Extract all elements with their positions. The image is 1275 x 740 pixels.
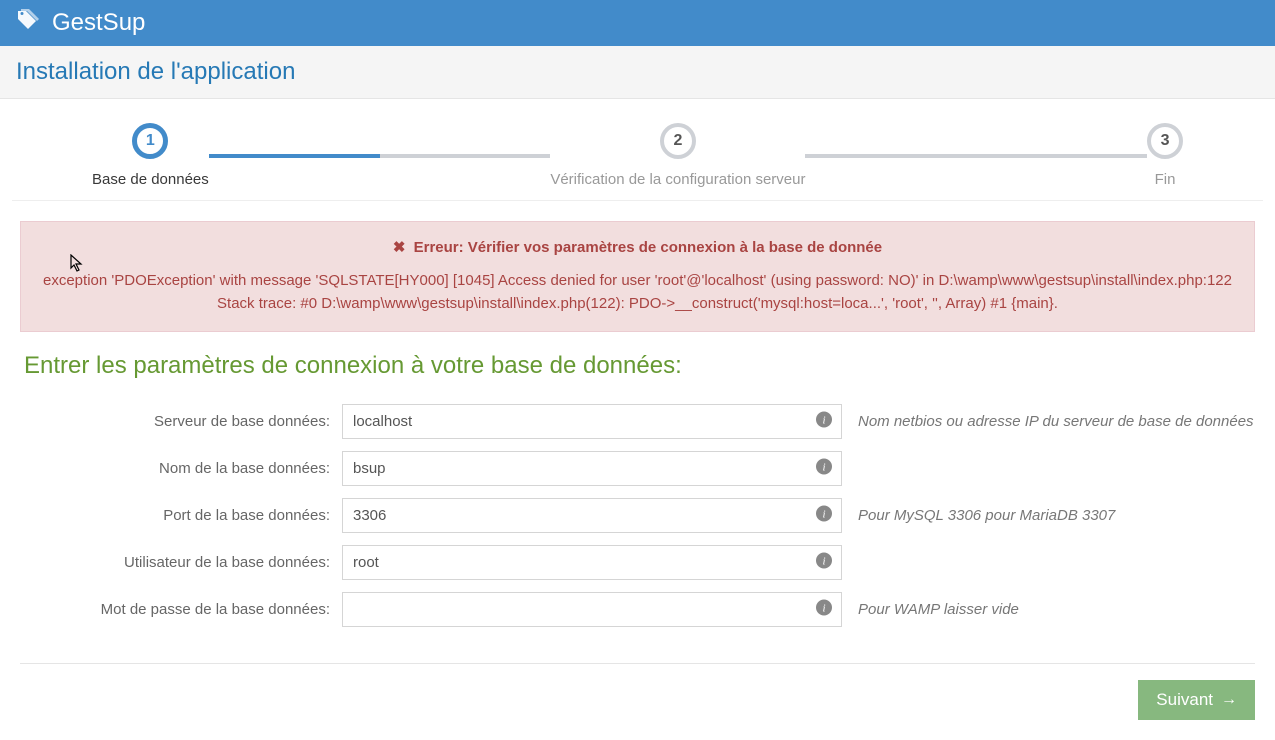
info-icon[interactable]: i xyxy=(816,411,832,432)
next-button-label: Suivant xyxy=(1156,690,1213,710)
field-dbname-row: Nom de la base données: i xyxy=(12,445,1263,492)
field-password-label: Mot de passe de la base données: xyxy=(12,601,342,618)
tags-icon xyxy=(16,8,40,38)
info-icon[interactable]: i xyxy=(816,552,832,573)
svg-text:i: i xyxy=(822,461,825,473)
wizard-step-label: Vérification de la configuration serveur xyxy=(550,171,805,188)
divider xyxy=(20,663,1255,664)
app-header: GestSup xyxy=(0,0,1275,46)
field-password-hint: Pour WAMP laisser vide xyxy=(842,601,1019,618)
arrow-right-icon: → xyxy=(1221,691,1237,709)
user-input[interactable] xyxy=(342,545,842,580)
error-trace: exception 'PDOException' with message 'S… xyxy=(41,270,1234,315)
info-icon[interactable]: i xyxy=(816,599,832,620)
section-title: Entrer les paramètres de connexion à vot… xyxy=(12,352,1263,398)
error-alert: ✖ Erreur: Vérifier vos paramètres de con… xyxy=(20,221,1255,332)
dbname-input[interactable] xyxy=(342,451,842,486)
wizard-step-2[interactable]: 2 Vérification de la configuration serve… xyxy=(550,123,805,188)
page-title: Installation de l'application xyxy=(0,46,1275,99)
wizard-step-number: 3 xyxy=(1147,123,1183,159)
close-icon: ✖ xyxy=(393,239,406,256)
wizard-steps: 1 Base de données 2 Vérification de la c… xyxy=(12,99,1263,201)
app-title: GestSup xyxy=(52,9,145,37)
next-button[interactable]: Suivant → xyxy=(1138,680,1255,720)
field-user-row: Utilisateur de la base données: i xyxy=(12,539,1263,586)
field-port-row: Port de la base données: i Pour MySQL 33… xyxy=(12,492,1263,539)
wizard-line-active xyxy=(209,154,380,158)
svg-text:i: i xyxy=(822,414,825,426)
wizard-step-number: 1 xyxy=(132,123,168,159)
wizard-line xyxy=(380,154,551,158)
svg-text:i: i xyxy=(822,602,825,614)
field-server-row: Serveur de base données: i Nom netbios o… xyxy=(12,398,1263,445)
wizard-step-1[interactable]: 1 Base de données xyxy=(92,123,209,188)
wizard-step-label: Base de données xyxy=(92,171,209,188)
password-input[interactable] xyxy=(342,592,842,627)
info-icon[interactable]: i xyxy=(816,505,832,526)
error-title: Erreur: Vérifier vos paramètres de conne… xyxy=(414,239,883,256)
field-port-hint: Pour MySQL 3306 pour MariaDB 3307 xyxy=(842,507,1115,524)
field-port-label: Port de la base données: xyxy=(12,507,342,524)
field-dbname-label: Nom de la base données: xyxy=(12,460,342,477)
wizard-step-label: Fin xyxy=(1155,171,1176,188)
field-server-hint: Nom netbios ou adresse IP du serveur de … xyxy=(842,413,1254,430)
wizard-step-number: 2 xyxy=(660,123,696,159)
svg-text:i: i xyxy=(822,555,825,567)
info-icon[interactable]: i xyxy=(816,458,832,479)
server-input[interactable] xyxy=(342,404,842,439)
port-input[interactable] xyxy=(342,498,842,533)
field-password-row: Mot de passe de la base données: i Pour … xyxy=(12,586,1263,633)
wizard-line xyxy=(805,154,1147,158)
svg-text:i: i xyxy=(822,508,825,520)
wizard-step-3[interactable]: 3 Fin xyxy=(1147,123,1183,188)
field-server-label: Serveur de base données: xyxy=(12,413,342,430)
field-user-label: Utilisateur de la base données: xyxy=(12,554,342,571)
